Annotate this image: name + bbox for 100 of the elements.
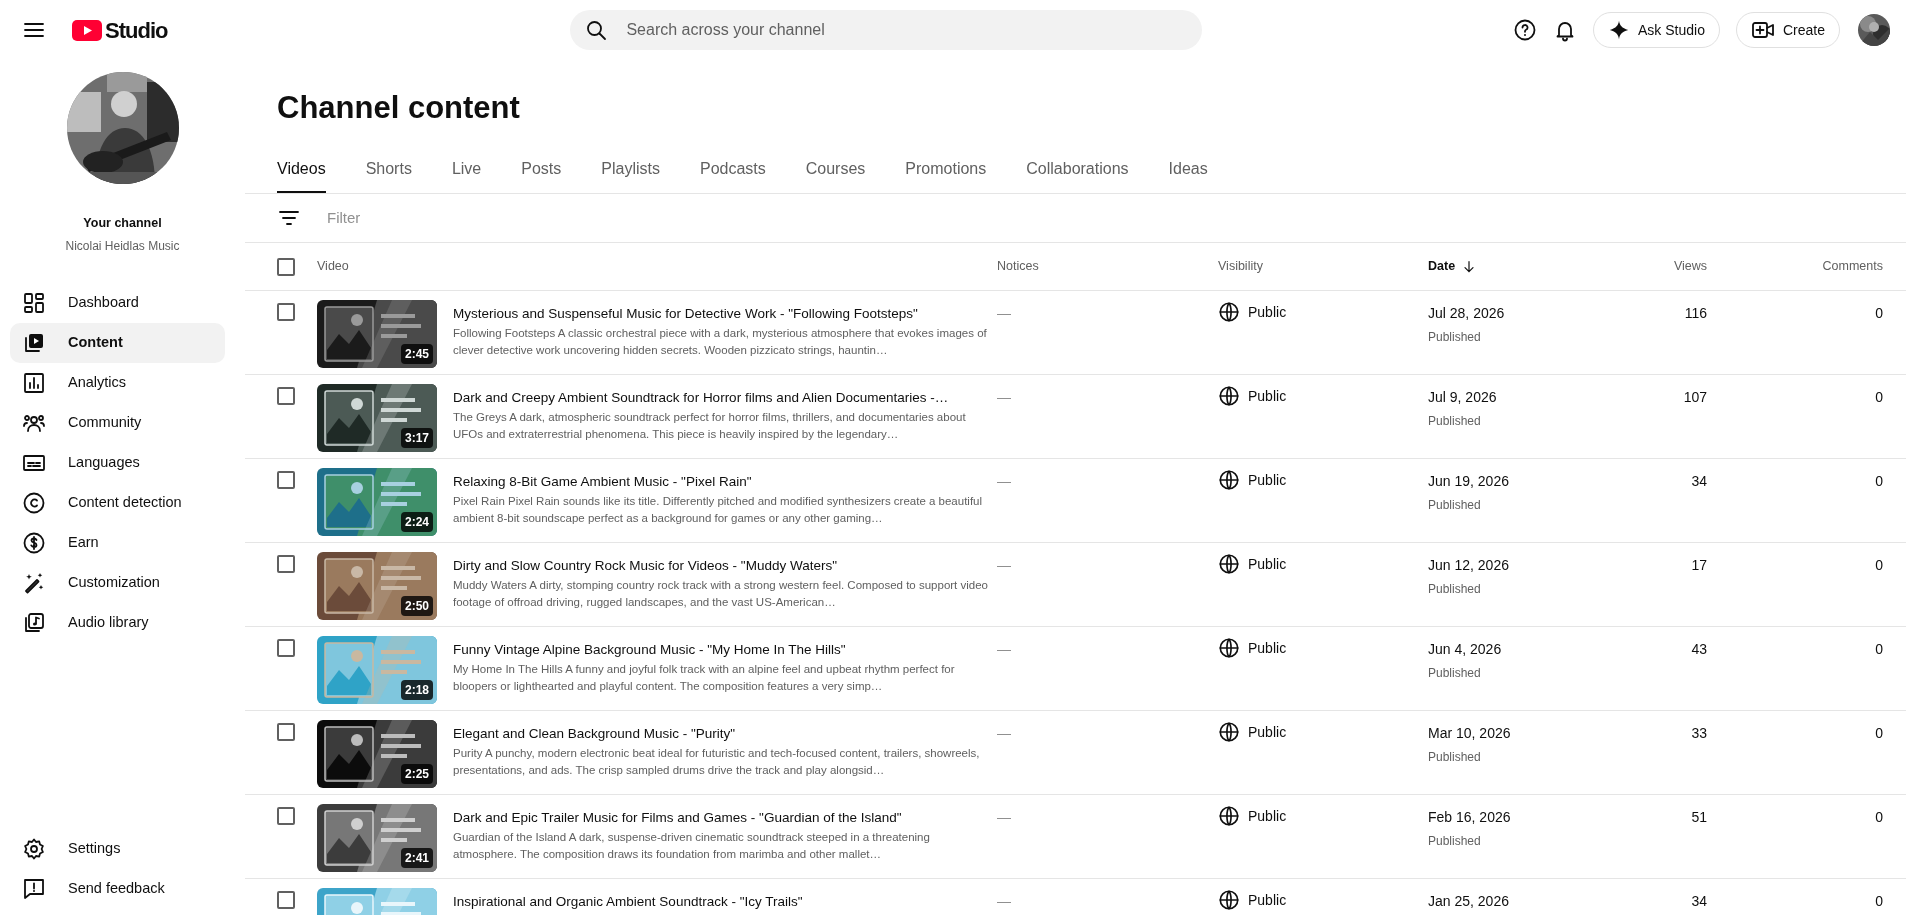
ask-studio-button[interactable]: Ask Studio [1593, 12, 1720, 48]
dollar-icon [22, 530, 46, 555]
video-title[interactable]: Dark and Creepy Ambient Soundtrack for Horror films and Alien Documentaries -… [453, 389, 997, 408]
tab[interactable]: Videos [277, 157, 326, 194]
checkbox[interactable] [277, 471, 295, 490]
column-header[interactable]: Comments [1822, 259, 1883, 274]
checkbox[interactable] [277, 723, 295, 742]
views-count: 17 [1691, 557, 1707, 574]
column-header[interactable]: Video [317, 259, 349, 274]
video-title[interactable]: Elegant and Clean Background Music - "Purity" [453, 725, 997, 744]
tab[interactable]: Podcasts [699, 157, 766, 194]
column-header[interactable]: Notices [997, 259, 1039, 274]
nav-item[interactable]: Dashboard [10, 282, 225, 323]
bar-chart-icon [22, 370, 46, 395]
checkbox[interactable] [277, 555, 295, 574]
visibility-text[interactable]: Public [1248, 805, 1287, 827]
video-title[interactable]: Inspirational and Organic Ambient Soundtrack - "Icy Trails" [453, 893, 803, 912]
tab[interactable]: Playlists [601, 157, 660, 194]
checkbox[interactable] [277, 891, 295, 910]
comments-count: 0 [1875, 641, 1883, 658]
tab[interactable]: Promotions [905, 157, 987, 194]
globe-icon [1218, 301, 1240, 324]
views-count: 107 [1683, 389, 1707, 406]
video-title[interactable]: Mysterious and Suspenseful Music for Detective Work - "Following Footsteps" [453, 305, 997, 324]
comments-count: 0 [1875, 557, 1883, 574]
music-library-icon [22, 610, 46, 635]
date-text: Jun 19, 2026 [1428, 472, 1510, 492]
video-title[interactable]: Relaxing 8-Bit Game Ambient Music - "Pixel Rain" [453, 473, 997, 492]
page-title: Channel content [277, 89, 521, 127]
video-title[interactable]: Funny Vintage Alpine Background Music - "My Home In The Hills" [453, 641, 997, 660]
logo-text[interactable]: Studio [105, 13, 168, 47]
globe-icon [1218, 889, 1240, 912]
help-button[interactable] [1513, 18, 1538, 42]
visibility-text[interactable]: Public [1248, 301, 1287, 323]
video-description: Muddy Waters A dirty, stomping country rock track with a strong western feel. Composed to support video footage of offroad driving, rugged landscapes, and the vast US-American… [453, 578, 989, 611]
date-text: Feb 16, 2026 [1428, 808, 1512, 828]
comments-count: 0 [1875, 389, 1883, 406]
tab[interactable]: Collaborations [1026, 157, 1129, 194]
tab[interactable]: Live [451, 157, 482, 194]
tab[interactable]: Posts [521, 157, 562, 194]
nav-item[interactable]: Earn [10, 522, 225, 563]
checkbox[interactable] [277, 639, 295, 658]
views-count: 43 [1691, 641, 1707, 658]
notices-text: — [997, 389, 1011, 406]
search-field[interactable]: Search across your channel [570, 10, 1203, 50]
checkbox[interactable] [277, 807, 295, 826]
comments-count: 0 [1875, 893, 1883, 910]
status-text: Published [1428, 581, 1482, 599]
column-header[interactable]: Views [1673, 259, 1707, 274]
video-title[interactable]: Dirty and Slow Country Rock Music for Videos - "Muddy Waters" [453, 557, 997, 576]
column-header[interactable]: Date [1428, 257, 1478, 277]
logo-icon [72, 19, 102, 41]
settings-icon [22, 837, 46, 861]
checkbox[interactable] [277, 257, 295, 276]
globe-icon [1218, 721, 1240, 744]
nav-item[interactable]: Customization [10, 562, 225, 603]
channel-label: Your channel [82, 215, 163, 232]
nav-item[interactable]: Analytics [10, 362, 225, 403]
notices-text: — [997, 809, 1011, 826]
globe-icon [1218, 637, 1240, 660]
nav-item[interactable]: Settings [10, 829, 225, 869]
status-text: Published [1428, 749, 1482, 767]
search-icon [584, 18, 609, 42]
video-title[interactable]: Dark and Epic Trailer Music for Films and Games - "Guardian of the Island" [453, 809, 997, 828]
column-header[interactable]: Visibility [1218, 259, 1263, 274]
help-icon [1513, 18, 1538, 42]
tab[interactable]: Ideas [1168, 157, 1208, 194]
nav-item[interactable]: Send feedback [10, 869, 225, 909]
notices-text: — [997, 557, 1011, 574]
create-button[interactable]: Create [1735, 12, 1840, 48]
globe-icon [1218, 553, 1240, 576]
visibility-text[interactable]: Public [1248, 721, 1287, 743]
tab[interactable]: Courses [805, 157, 866, 194]
checkbox[interactable] [277, 387, 295, 406]
views-count: 34 [1691, 473, 1707, 490]
copyright-icon [22, 490, 46, 515]
visibility-text[interactable]: Public [1248, 889, 1287, 911]
duration-badge: 2:24 [400, 512, 433, 533]
feedback-icon [22, 877, 46, 901]
date-text: Jul 9, 2026 [1428, 388, 1498, 408]
visibility-text[interactable]: Public [1248, 553, 1287, 575]
views-count: 116 [1684, 305, 1707, 322]
globe-icon [1218, 805, 1240, 828]
video-description: Following Footsteps A classic orchestral piece with a dark, mysterious atmosphere that evokes images of clever detective work uncovering hidden secrets. Wooden pizzicato strings, hauntin… [453, 326, 988, 359]
video-description: Purity A punchy, modern electronic beat ideal for futuristic and tech-focused content, trailers, showreels, presentations, and ads. The crisp sampled drums drive the track and play alongsid… [453, 746, 981, 779]
duration-badge: 2:45 [400, 344, 433, 365]
tab[interactable]: Shorts [365, 157, 412, 194]
visibility-text[interactable]: Public [1248, 469, 1287, 491]
visibility-text[interactable]: Public [1248, 637, 1287, 659]
duration-badge: 3:17 [400, 428, 433, 449]
nav-item[interactable]: Content [10, 322, 225, 363]
nav-item[interactable]: Languages [10, 442, 225, 483]
date-text: Jun 4, 2026 [1428, 640, 1503, 660]
nav-item[interactable]: Content detection [10, 482, 225, 523]
nav-item[interactable]: Community [10, 402, 225, 443]
checkbox[interactable] [277, 303, 295, 322]
visibility-text[interactable]: Public [1248, 385, 1287, 407]
status-text: Published [1428, 413, 1482, 431]
notices-text: — [997, 641, 1011, 658]
nav-item[interactable]: Audio library [10, 602, 225, 643]
